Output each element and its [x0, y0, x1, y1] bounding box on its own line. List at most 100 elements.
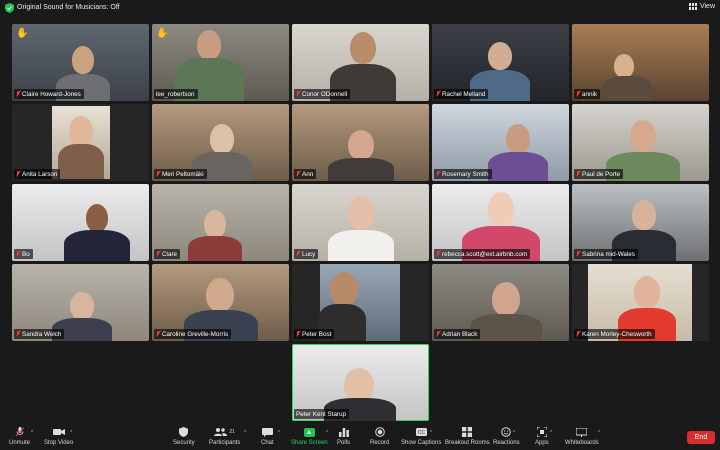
video-tile[interactable]: Bo [12, 184, 149, 261]
mic-muted-icon [436, 91, 440, 97]
video-tile[interactable]: Meri Peltomäki [152, 104, 289, 181]
video-tile[interactable]: Caroline Greville-Morris [152, 264, 289, 341]
apps-options-caret[interactable]: ^ [550, 430, 552, 436]
participant-name-tag: Conor ODonnell [294, 89, 351, 99]
apps-button[interactable]: Apps [535, 427, 549, 446]
mic-muted-icon [576, 171, 580, 177]
mic-muted-icon [156, 331, 160, 337]
video-tile[interactable]: Clare [152, 184, 289, 261]
video-tile[interactable]: Sabrina mid-Wales [572, 184, 709, 261]
participant-name-tag: Karen Morley-Chesworth [574, 329, 655, 339]
participants-icon: 21 [213, 427, 237, 437]
participant-name-tag: Sandra Welch [14, 329, 65, 339]
participant-name-tag: Claire Howard-Jones [14, 89, 84, 99]
video-options-caret[interactable]: ^ [70, 430, 72, 436]
view-button[interactable]: View [688, 3, 715, 10]
unmute-button[interactable]: Unmute [9, 427, 30, 446]
participant-name-tag: lee_robertson [154, 89, 198, 99]
mic-muted-icon [576, 331, 580, 337]
video-tile[interactable]: Ann [292, 104, 429, 181]
participants-button[interactable]: 21 Participants [209, 427, 240, 446]
breakout-rooms-icon [461, 427, 473, 437]
security-button[interactable]: Security [173, 427, 195, 446]
video-tile[interactable]: Lucy [292, 184, 429, 261]
mic-muted-icon [16, 171, 20, 177]
meeting-toolbar: Unmute ^ Stop Video ^ Security 21 Partic… [0, 425, 720, 450]
video-tile[interactable]: Karen Morley-Chesworth [572, 264, 709, 341]
participants-options-caret[interactable]: ^ [244, 430, 246, 436]
mic-muted-icon [16, 91, 20, 97]
participant-name-tag: Meri Peltomäki [154, 169, 207, 179]
participant-name-tag: Ann [294, 169, 317, 179]
participant-name-tag: Rosemary Smith [434, 169, 492, 179]
video-tile[interactable]: Paul de Porte [572, 104, 709, 181]
raised-hand-icon: ✋ [16, 28, 29, 39]
video-tile[interactable]: ✋ lee_robertson [152, 24, 289, 101]
apps-icon [536, 427, 548, 437]
shield-check-icon[interactable] [5, 3, 14, 13]
share-screen-icon [303, 427, 315, 437]
participant-name-tag: annik [574, 89, 601, 99]
participant-name-tag: Paul de Porte [574, 169, 624, 179]
unmute-options-caret[interactable]: ^ [31, 430, 33, 436]
original-sound-status[interactable]: Original Sound for Musicians: Off [17, 4, 120, 11]
video-tile[interactable]: Rachel Melland [432, 24, 569, 101]
video-tile[interactable]: annik [572, 24, 709, 101]
whiteboards-button[interactable]: Whiteboards [565, 427, 599, 446]
mic-muted-icon [16, 251, 20, 257]
participant-name-tag: Rachel Melland [434, 89, 489, 99]
mic-muted-icon [16, 331, 20, 337]
captions-options-caret[interactable]: ^ [430, 430, 432, 436]
mic-muted-icon [14, 427, 26, 437]
video-tile[interactable]: ✋ Claire Howard-Jones [12, 24, 149, 101]
chat-options-caret[interactable]: ^ [278, 430, 280, 436]
polls-button[interactable]: Polls [337, 427, 350, 446]
end-meeting-button[interactable]: End [687, 431, 715, 444]
mic-muted-icon [296, 251, 300, 257]
participant-name-tag: Lucy [294, 249, 319, 259]
video-tile[interactable]: Adrian Black [432, 264, 569, 341]
mic-muted-icon [296, 331, 300, 337]
meeting-topbar: Original Sound for Musicians: Off View [0, 0, 720, 16]
reactions-options-caret[interactable]: ^ [513, 430, 515, 436]
video-tile[interactable]: rebecca.scott@ext.airbnb.com [432, 184, 569, 261]
show-captions-button[interactable]: CC Show Captions [401, 427, 441, 446]
record-button[interactable]: Record [370, 427, 389, 446]
mic-muted-icon [576, 251, 580, 257]
participant-name-tag: Anita Larson [14, 169, 61, 179]
share-screen-button[interactable]: Share Screen [291, 427, 328, 446]
video-tile[interactable]: Anita Larson [12, 104, 149, 181]
share-options-caret[interactable]: ^ [326, 430, 328, 436]
chat-bubble-icon [261, 427, 273, 437]
participant-name-tag: Bo [14, 249, 33, 259]
breakout-rooms-button[interactable]: Breakout Rooms [445, 427, 490, 446]
mic-muted-icon [576, 91, 580, 97]
participant-name-tag: Peter Bost [294, 329, 335, 339]
participant-name-tag: Adrian Black [434, 329, 481, 339]
participant-name-tag: Caroline Greville-Morris [154, 329, 232, 339]
active-speaker-tile[interactable]: Peter Kent Starup [292, 344, 429, 421]
participant-name-tag: Clare [154, 249, 181, 259]
stop-video-button[interactable]: Stop Video [44, 427, 73, 446]
mic-muted-icon [436, 171, 440, 177]
video-tile[interactable]: Rosemary Smith [432, 104, 569, 181]
mic-muted-icon [436, 251, 440, 257]
video-tile[interactable]: Conor ODonnell [292, 24, 429, 101]
mic-muted-icon [156, 251, 160, 257]
video-tile[interactable]: Peter Bost [292, 264, 429, 341]
reactions-button[interactable]: Reactions [493, 427, 520, 446]
participant-name-tag: rebecca.scott@ext.airbnb.com [434, 249, 531, 259]
chat-button[interactable]: Chat [261, 427, 274, 446]
whiteboards-options-caret[interactable]: ^ [598, 430, 600, 436]
participant-name-tag: Sabrina mid-Wales [574, 249, 638, 259]
participant-name-tag: Peter Kent Starup [294, 409, 350, 419]
shield-icon [178, 427, 190, 437]
video-tile[interactable]: Sandra Welch [12, 264, 149, 341]
whiteboard-icon [576, 427, 588, 437]
svg-text:CC: CC [418, 430, 426, 436]
video-camera-icon [52, 427, 65, 437]
captions-icon: CC [415, 427, 427, 437]
view-label: View [699, 3, 715, 10]
bar-chart-icon [338, 427, 350, 437]
record-icon [374, 427, 386, 437]
